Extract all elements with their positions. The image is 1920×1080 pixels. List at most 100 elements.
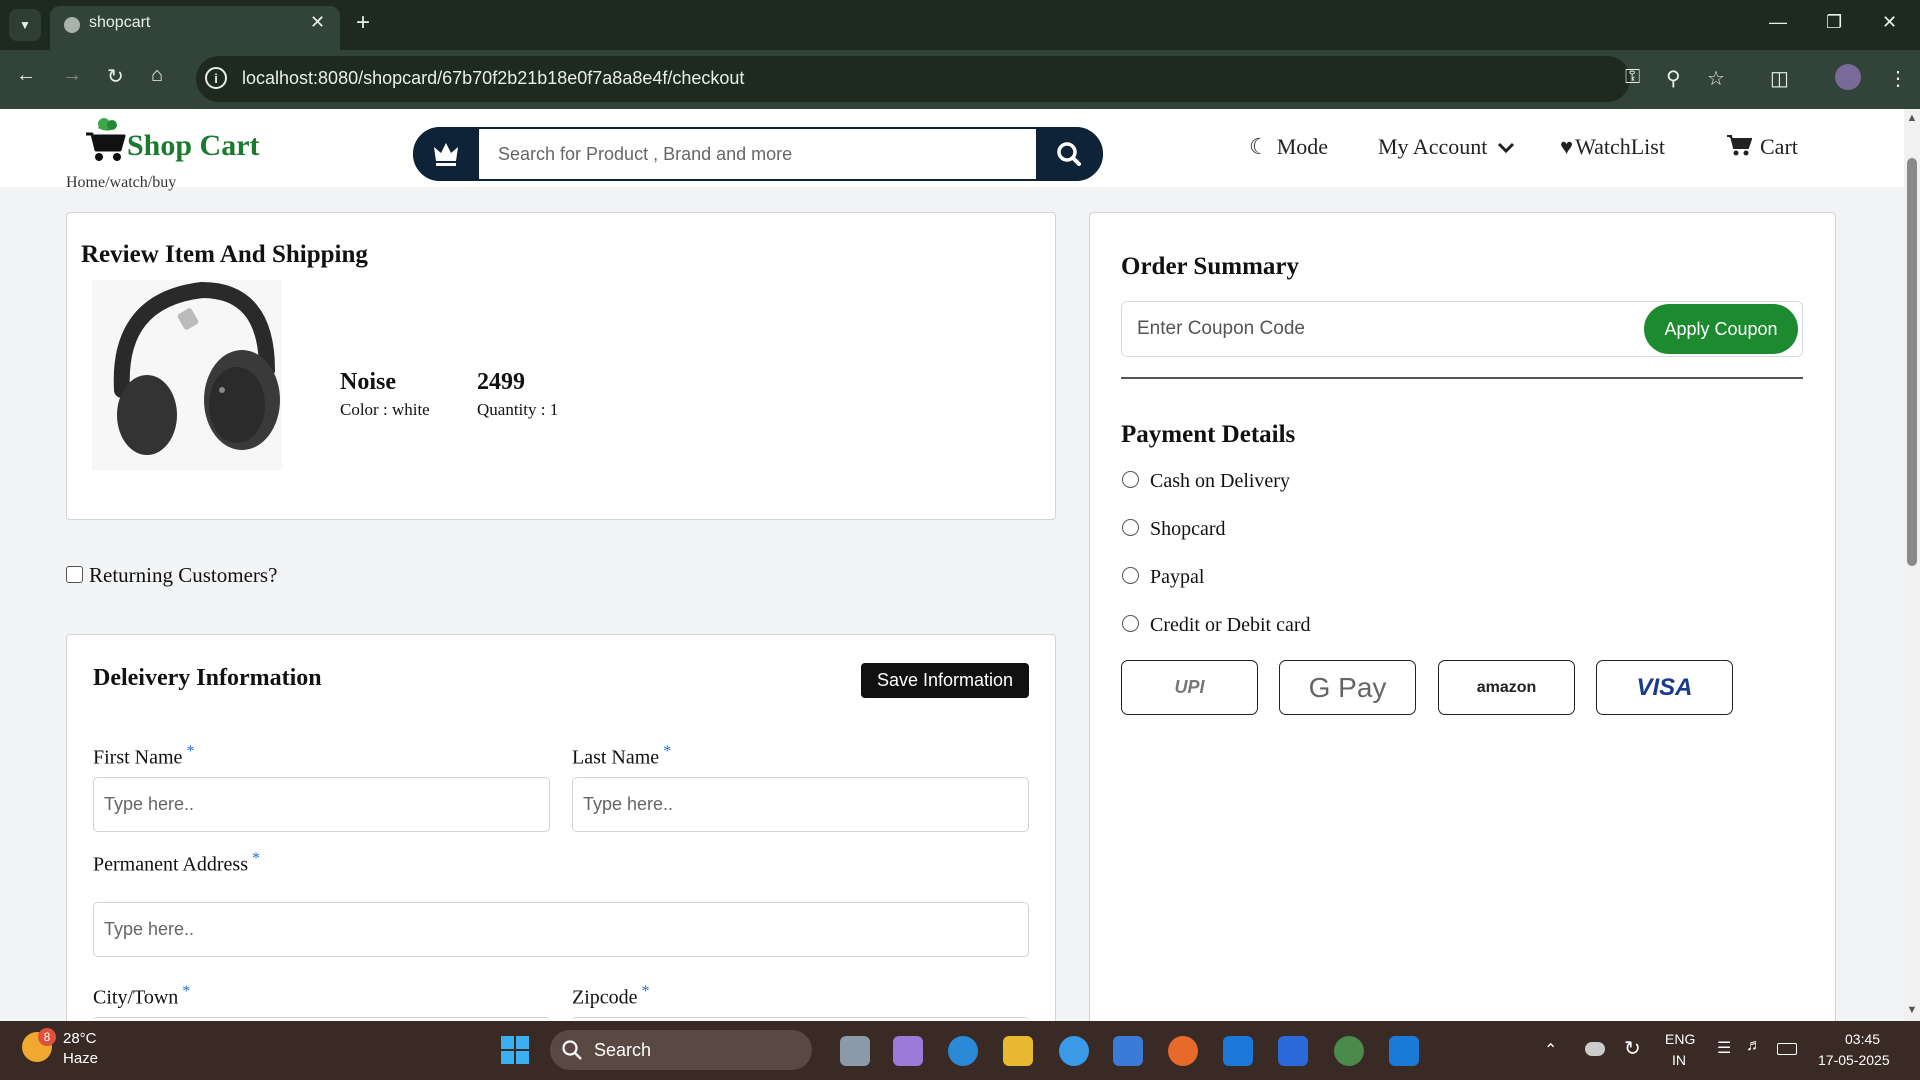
- clock-time[interactable]: 03:45: [1845, 1031, 1880, 1047]
- tray-chevron-up-icon[interactable]: ⌃: [1544, 1040, 1557, 1060]
- zipcode-label: Zipcode *: [572, 983, 650, 1009]
- microsoft-store-icon[interactable]: [1113, 1036, 1143, 1066]
- forward-arrow-icon[interactable]: →: [62, 64, 82, 87]
- file-explorer-icon[interactable]: [1003, 1036, 1033, 1066]
- product-name: Noise: [340, 369, 396, 395]
- tab-search-chevron-icon[interactable]: ▼: [9, 9, 41, 41]
- payment-option-label[interactable]: Credit or Debit card: [1150, 614, 1311, 637]
- zoom-icon[interactable]: ⚲: [1666, 66, 1681, 91]
- moon-icon: ☾: [1249, 134, 1269, 159]
- weather-condition[interactable]: Haze: [63, 1050, 98, 1067]
- delivery-title: Deleivery Information: [93, 665, 322, 691]
- returning-customers-label[interactable]: Returning Customers?: [89, 563, 277, 588]
- my-account-menu[interactable]: My Account: [1378, 134, 1515, 160]
- copilot-icon[interactable]: [893, 1036, 923, 1066]
- task-view-icon[interactable]: [840, 1036, 870, 1066]
- amazon-pay-button[interactable]: amazon: [1438, 660, 1575, 715]
- gpay-payment-button[interactable]: G Pay: [1279, 660, 1416, 715]
- search-icon: [1057, 142, 1081, 166]
- wifi-icon[interactable]: ☰: [1717, 1038, 1731, 1058]
- product-image: [92, 280, 282, 470]
- globe-icon: [64, 17, 80, 33]
- apply-coupon-button[interactable]: Apply Coupon: [1644, 304, 1798, 354]
- restore-icon[interactable]: ❐: [1826, 12, 1842, 33]
- vscode-icon[interactable]: [1389, 1036, 1419, 1066]
- crown-button[interactable]: [413, 127, 479, 181]
- search-button[interactable]: [1036, 127, 1103, 181]
- region-indicator[interactable]: IN: [1672, 1052, 1686, 1068]
- gpay-logo-text: G Pay: [1308, 671, 1387, 703]
- payment-option-label[interactable]: Cash on Delivery: [1150, 470, 1290, 493]
- payment-option-label[interactable]: Paypal: [1150, 566, 1204, 589]
- required-asterisk: *: [186, 743, 195, 760]
- close-window-icon[interactable]: ✕: [1882, 12, 1897, 33]
- shopping-cart-logo-icon[interactable]: [84, 116, 128, 164]
- radio-credit-debit-card[interactable]: [1122, 615, 1139, 632]
- divider: [1121, 377, 1803, 379]
- required-asterisk: *: [641, 983, 650, 1000]
- address-input[interactable]: [93, 902, 1029, 957]
- bookmark-star-icon[interactable]: ☆: [1707, 66, 1725, 91]
- watchlist-link[interactable]: ♥WatchList: [1560, 134, 1665, 160]
- radio-cash-on-delivery[interactable]: [1122, 471, 1139, 488]
- save-information-button[interactable]: Save Information: [861, 663, 1029, 698]
- review-title: Review Item And Shipping: [81, 241, 368, 268]
- battery-icon[interactable]: [1777, 1043, 1797, 1055]
- upi-logo-text: UPI: [1174, 677, 1205, 697]
- back-arrow-icon[interactable]: ←: [16, 64, 36, 87]
- todo-check-icon[interactable]: [1278, 1036, 1308, 1066]
- search-input[interactable]: [480, 131, 1030, 177]
- new-tab-plus-icon[interactable]: +: [356, 9, 370, 37]
- returning-customers-checkbox[interactable]: [66, 566, 83, 583]
- firefox-icon[interactable]: [1168, 1036, 1198, 1066]
- last-name-input[interactable]: [572, 777, 1029, 832]
- product-price: 2499: [477, 369, 525, 395]
- radio-shopcard[interactable]: [1122, 519, 1139, 536]
- browser-menu-icon[interactable]: ⋮: [1888, 66, 1908, 91]
- payment-details-title: Payment Details: [1121, 421, 1296, 448]
- weather-temperature[interactable]: 28°C: [63, 1030, 97, 1047]
- breadcrumb[interactable]: Home/watch/buy: [66, 174, 176, 192]
- radio-paypal[interactable]: [1122, 567, 1139, 584]
- scroll-up-arrow-icon[interactable]: ▲: [1904, 112, 1920, 126]
- myhp-icon[interactable]: [1223, 1036, 1253, 1066]
- heart-icon: ♥: [1560, 134, 1574, 159]
- coupon-input[interactable]: [1122, 306, 1642, 352]
- order-summary-title: Order Summary: [1121, 253, 1299, 280]
- crown-icon: [434, 143, 458, 166]
- scroll-down-arrow-icon[interactable]: ▼: [1904, 1004, 1920, 1018]
- profile-avatar-icon[interactable]: [1835, 64, 1861, 90]
- chrome-icon[interactable]: [1334, 1036, 1364, 1066]
- extensions-icon[interactable]: ◫: [1770, 66, 1789, 91]
- cart-link[interactable]: Cart: [1726, 134, 1798, 160]
- volume-icon[interactable]: ♬: [1746, 1037, 1762, 1055]
- scrollbar-thumb[interactable]: [1907, 158, 1917, 566]
- windows-start-icon[interactable]: [500, 1035, 530, 1065]
- mode-toggle[interactable]: ☾ Mode: [1249, 134, 1328, 160]
- minimize-icon[interactable]: —: [1769, 12, 1787, 33]
- visa-payment-button[interactable]: VISA: [1596, 660, 1733, 715]
- edge-icon[interactable]: [948, 1036, 978, 1066]
- site-info-icon[interactable]: i: [205, 67, 227, 89]
- language-indicator[interactable]: ENG: [1665, 1031, 1695, 1047]
- help-icon[interactable]: [1059, 1036, 1089, 1066]
- tab-close-icon[interactable]: ✕: [310, 12, 325, 33]
- required-asterisk: *: [182, 983, 191, 1000]
- url-text[interactable]: localhost:8080/shopcard/67b70f2b21b18e0f…: [242, 68, 744, 89]
- logo-text[interactable]: Shop Cart: [127, 129, 260, 163]
- amazon-logo-text: amazon: [1476, 678, 1537, 696]
- clock-date[interactable]: 17-05-2025: [1818, 1052, 1890, 1068]
- onedrive-icon[interactable]: [1585, 1042, 1605, 1056]
- reload-icon[interactable]: ↻: [107, 64, 124, 89]
- password-key-icon[interactable]: ⚿: [1625, 66, 1640, 89]
- upi-payment-button[interactable]: UPI: [1121, 660, 1258, 715]
- home-icon[interactable]: ⌂: [151, 64, 163, 87]
- taskbar-search[interactable]: [550, 1030, 812, 1070]
- first-name-input[interactable]: [93, 777, 550, 832]
- cart-icon: [1727, 135, 1753, 156]
- product-quantity: Quantity : 1: [477, 400, 559, 419]
- sync-icon[interactable]: ↻: [1624, 1036, 1641, 1061]
- product-color: Color : white: [340, 400, 430, 419]
- taskbar-search-label: Search: [594, 1040, 652, 1060]
- payment-option-label[interactable]: Shopcard: [1150, 518, 1226, 541]
